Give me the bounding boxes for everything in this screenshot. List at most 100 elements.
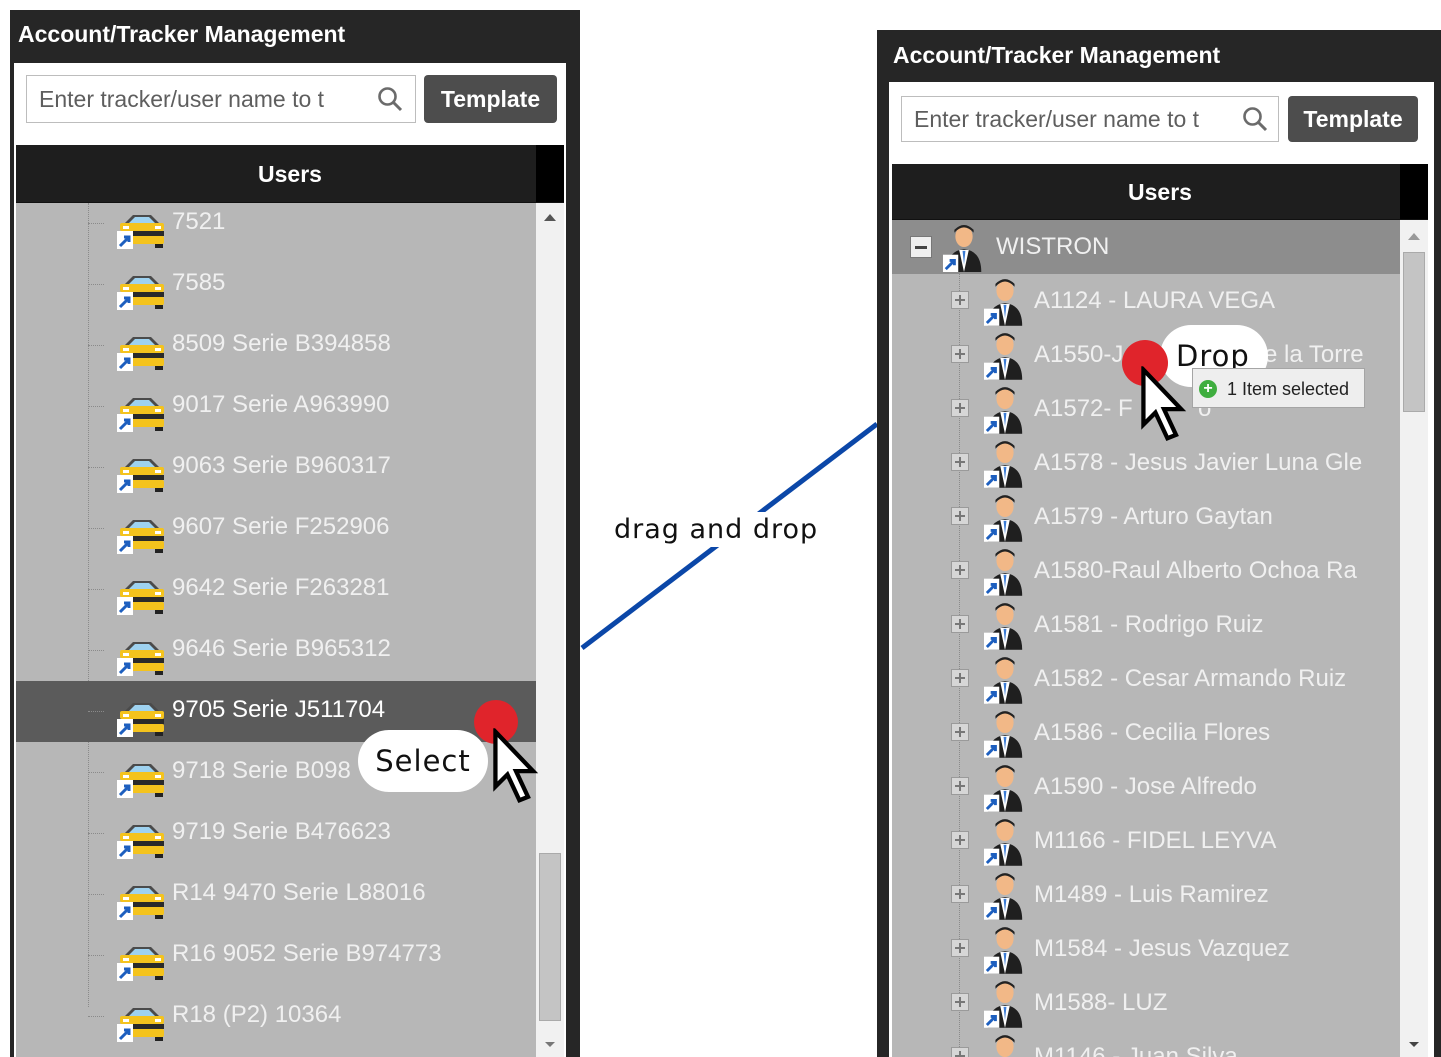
right-panel-body: Template Users WISTRON A1124 - LAURA VEGA… [889, 82, 1434, 1057]
user-icon [984, 548, 1026, 596]
user-label: A1124 - LAURA VEGA [1034, 287, 1276, 314]
search-icon[interactable] [377, 86, 403, 112]
user-label: M1489 - Luis Ramirez [1034, 881, 1269, 908]
users-header-label: Users [1128, 179, 1192, 205]
user-row[interactable]: A1586 - Cecilia Flores [892, 706, 1400, 760]
car-icon [117, 270, 167, 310]
scroll-down-icon[interactable] [536, 1035, 564, 1055]
tracker-label: R16 9052 Serie B974773 [172, 940, 442, 967]
user-row[interactable]: A1582 - Cesar Armando Ruiz [892, 652, 1400, 706]
user-row[interactable]: M1489 - Luis Ramirez [892, 868, 1400, 922]
right-search-input[interactable] [914, 97, 1232, 141]
search-icon[interactable] [1242, 106, 1268, 132]
right-panel-title: Account/Tracker Management [893, 42, 1221, 68]
car-icon [117, 392, 167, 432]
right-tree-scrollbar[interactable] [1400, 220, 1428, 1057]
right-template-button[interactable]: Template [1288, 96, 1418, 142]
tracker-row[interactable]: 9607 Serie F252906 [16, 498, 536, 559]
tracker-row[interactable]: 8509 Serie B394858 [16, 315, 536, 376]
user-icon [984, 440, 1026, 488]
expand-icon[interactable] [951, 561, 969, 579]
car-icon [117, 636, 167, 676]
scroll-down-icon[interactable] [1400, 1035, 1428, 1055]
plus-circle-icon: + [1199, 380, 1217, 398]
tracker-row[interactable]: R14 9470 Serie L88016 [16, 864, 536, 925]
tracker-label: R18 (P2) 10364 [172, 1001, 342, 1028]
user-label: A1578 - Jesus Javier Luna Gle [1034, 449, 1363, 476]
tracker-label: 9705 Serie J511704 [172, 696, 386, 723]
user-icon [984, 710, 1026, 758]
tracker-row[interactable]: 9642 Serie F263281 [16, 559, 536, 620]
left-search-input[interactable] [39, 76, 369, 122]
user-row[interactable]: A1124 - LAURA VEGA [892, 274, 1400, 328]
expand-icon[interactable] [951, 939, 969, 957]
tracker-row[interactable]: 9017 Serie A963990 [16, 376, 536, 437]
expand-icon[interactable] [951, 507, 969, 525]
user-row[interactable]: A1590 - Jose Alfredo [892, 760, 1400, 814]
user-icon [984, 818, 1026, 866]
right-search-field[interactable] [901, 96, 1279, 142]
expand-icon[interactable] [951, 291, 969, 309]
expand-icon[interactable] [951, 669, 969, 687]
expand-icon[interactable] [951, 453, 969, 471]
scroll-up-icon[interactable] [536, 207, 564, 227]
scroll-up-icon[interactable] [1400, 226, 1428, 246]
expand-icon[interactable] [951, 399, 969, 417]
expand-icon[interactable] [951, 993, 969, 1011]
expand-icon[interactable] [951, 1047, 969, 1057]
mouse-cursor-icon [492, 724, 540, 808]
user-row[interactable]: A1580-Raul Alberto Ochoa Ra [892, 544, 1400, 598]
user-label: M1146 - Juan Silva [1034, 1043, 1238, 1057]
expand-icon[interactable] [951, 615, 969, 633]
tracker-row[interactable]: 7521 [16, 203, 536, 254]
car-icon [117, 453, 167, 493]
tracker-row[interactable]: 9646 Serie B965312 [16, 620, 536, 681]
tracker-row[interactable]: R16 9052 Serie B974773 [16, 925, 536, 986]
right-account-tracker-panel: Account/Tracker Management Template User… [877, 30, 1441, 1057]
select-bubble: Select [358, 730, 488, 792]
drag-and-drop-label: drag and drop [614, 512, 819, 547]
user-row[interactable]: A1579 - Arturo Gaytan [892, 490, 1400, 544]
user-row[interactable]: A1581 - Rodrigo Ruiz [892, 598, 1400, 652]
tracker-label: 9719 Serie B476623 [172, 818, 391, 845]
user-row[interactable]: M1588- LUZ [892, 976, 1400, 1030]
tracker-label: 9646 Serie B965312 [172, 635, 391, 662]
user-label: A1550-J [1034, 341, 1124, 368]
user-row[interactable]: M1166 - FIDEL LEYVA [892, 814, 1400, 868]
user-label: A1579 - Arturo Gaytan [1034, 503, 1273, 530]
tracker-label: 9718 Serie B098 [172, 757, 351, 784]
right-scrollbar-thumb[interactable] [1403, 252, 1425, 412]
left-list-scrollbar[interactable] [536, 203, 564, 1057]
left-panel-body: Template Users 7521 7585 8509 Serie B39485… [14, 63, 566, 1057]
tracker-label: 9642 Serie F263281 [172, 574, 390, 601]
account-root-label: WISTRON [996, 233, 1110, 260]
car-icon [117, 941, 167, 981]
expand-icon[interactable] [951, 723, 969, 741]
user-label: A1580-Raul Alberto Ochoa Ra [1034, 557, 1357, 584]
tracker-row[interactable]: 7585 [16, 254, 536, 315]
user-label: M1166 - FIDEL LEYVA [1034, 827, 1277, 854]
car-icon [117, 880, 167, 920]
account-root-row[interactable]: WISTRON [892, 220, 1400, 274]
users-header-label: Users [258, 161, 322, 187]
user-icon [984, 656, 1026, 704]
left-panel-title: Account/Tracker Management [18, 21, 346, 47]
expand-icon[interactable] [951, 777, 969, 795]
tracker-label: 9607 Serie F252906 [172, 513, 390, 540]
tracker-row[interactable]: R18 (P2) 10364 [16, 986, 536, 1047]
user-row[interactable]: M1584 - Jesus Vazquez [892, 922, 1400, 976]
collapse-icon[interactable] [910, 236, 932, 258]
left-scrollbar-thumb[interactable] [539, 853, 561, 1021]
expand-icon[interactable] [951, 831, 969, 849]
user-label: A1581 - Rodrigo Ruiz [1034, 611, 1264, 638]
user-icon [984, 278, 1026, 326]
user-row[interactable]: M1146 - Juan Silva [892, 1030, 1400, 1057]
tracker-row[interactable]: 9063 Serie B960317 [16, 437, 536, 498]
expand-icon[interactable] [951, 345, 969, 363]
user-label: M1584 - Jesus Vazquez [1034, 935, 1290, 962]
left-search-field[interactable] [26, 75, 416, 123]
left-template-button[interactable]: Template [424, 75, 557, 123]
tracker-row[interactable]: 9719 Serie B476623 [16, 803, 536, 864]
drag-tooltip-text: 1 Item selected [1227, 379, 1350, 399]
expand-icon[interactable] [951, 885, 969, 903]
